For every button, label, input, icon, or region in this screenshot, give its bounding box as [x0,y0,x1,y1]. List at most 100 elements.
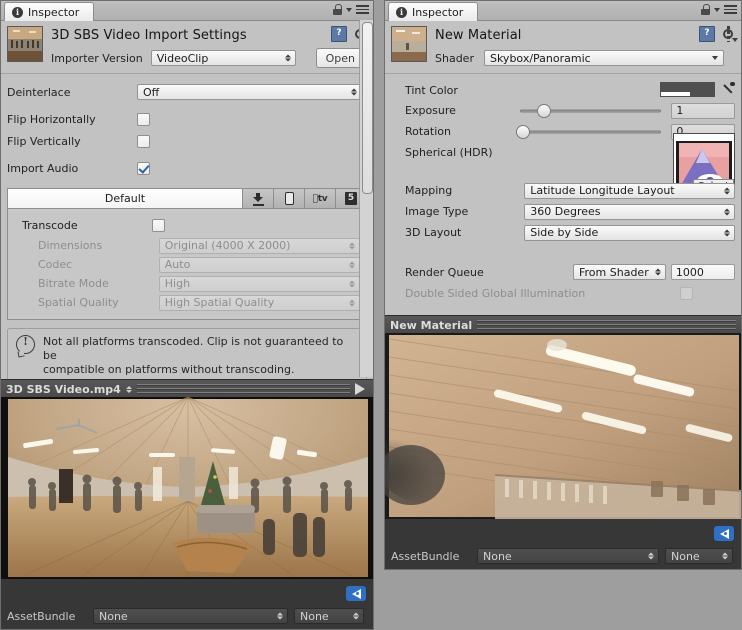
spherical-label: Spherical (HDR) [405,146,555,159]
deinterlace-value: Off [143,86,159,99]
hamburger-menu-icon[interactable] [356,5,369,14]
preview-drag-handle[interactable] [137,384,350,394]
layout-3d-dropdown[interactable]: Side by Side [524,225,735,241]
mapping-label: Mapping [405,184,524,197]
webgl-html5-icon: 5 [345,192,357,205]
assetbundle-name-dropdown[interactable]: None [93,608,288,624]
exposure-value-field[interactable]: 1 [671,103,735,119]
import-audio-checkbox[interactable] [137,162,150,175]
updown-arrow-icon [349,242,355,249]
skybox-render-frame [385,333,741,519]
gear-icon[interactable] [721,27,735,41]
tint-color-swatch[interactable] [660,82,715,97]
row-mapping: Mapping Latitude Longitude Layout [385,180,741,201]
exposure-slider-knob[interactable] [537,104,551,118]
row-dimensions: Dimensions Original (4000 X 2000) [8,236,366,255]
left-properties: Deinterlace Off Flip Horizontally Flip V… [1,74,373,179]
updown-arrow-icon [351,89,357,96]
material-preview[interactable] [385,333,741,519]
spatial-quality-value: High Spatial Quality [165,296,274,309]
platform-tab-tvos[interactable]: tv [304,189,335,208]
left-scrollbar-thumb[interactable] [362,22,373,194]
bitrate-mode-dropdown[interactable]: High [159,276,360,292]
layout-3d-value: Side by Side [530,226,598,239]
double-sided-gi-checkbox[interactable] [680,287,693,300]
standalone-download-icon [253,193,264,205]
left-inspector-panel: i Inspector [0,0,374,630]
updown-arrow-icon[interactable] [126,386,132,393]
chevron-down-icon [712,56,718,60]
assetbundle-variant-dropdown[interactable]: None [665,548,733,564]
tab-label: Inspector [412,6,463,19]
chevron-down-icon[interactable] [714,8,720,12]
assetbundle-label: AssetBundle [391,550,471,563]
left-assetbundle-bar: AssetBundle None None [1,607,373,625]
lock-icon[interactable] [701,4,710,15]
rotation-label: Rotation [405,125,520,138]
eyedropper-icon[interactable] [722,82,735,96]
right-panel-controls [701,4,737,15]
exposure-slider[interactable] [520,104,662,118]
importer-version-dropdown[interactable]: VideoClip [151,50,296,66]
image-type-dropdown[interactable]: 360 Degrees [524,204,735,220]
shader-label: Shader [435,52,474,65]
platform-tab-ios[interactable] [273,189,304,208]
render-queue-value: 1000 [676,266,704,279]
flip-horizontally-checkbox[interactable] [137,113,150,126]
warning-text: Not all platforms transcoded. Clip is no… [43,335,358,377]
right-preview-header[interactable]: New Material [385,315,741,334]
platform-tab-standalone[interactable] [242,189,273,208]
platform-tab-default-label: Default [105,192,145,205]
updown-arrow-icon [724,229,730,236]
left-assetbundle-area: AssetBundle None None [1,579,373,630]
open-button[interactable]: Open [316,48,365,68]
flip-vertically-checkbox[interactable] [137,135,150,148]
render-queue-mode-dropdown[interactable]: From Shader [573,264,666,280]
help-book-icon[interactable]: ? [699,26,715,42]
left-vertical-scrollbar[interactable] [359,20,373,377]
dimensions-dropdown[interactable]: Original (4000 X 2000) [159,238,360,254]
transcode-group: Transcode Dimensions Original (4000 X 20… [7,209,367,320]
layout-3d-label: 3D Layout [405,226,524,239]
assetbundle-name-dropdown[interactable]: None [477,548,659,564]
tab-inspector-left[interactable]: i Inspector [4,2,94,21]
right-assetbundle-bar: AssetBundle None None [385,547,741,565]
left-object-header: 3D SBS Video Import Settings Importer Ve… [1,21,373,74]
material-properties: Tint Color Exposure 1 Rotation [385,74,741,162]
deinterlace-dropdown[interactable]: Off [137,84,362,100]
exposure-label: Exposure [405,104,520,117]
left-preview-header[interactable]: 3D SBS Video.mp4 [1,379,373,398]
video-preview[interactable] [1,397,373,579]
tab-label: Inspector [28,6,79,19]
transcode-checkbox[interactable] [152,219,165,232]
preview-drag-handle[interactable] [477,320,736,330]
row-exposure: Exposure 1 [385,100,741,121]
rotation-slider[interactable] [520,125,662,139]
render-queue-value-field[interactable]: 1000 [671,264,735,280]
play-icon[interactable] [355,383,365,395]
transcode-warning-box: Not all platforms transcoded. Clip is no… [7,328,367,384]
image-type-label: Image Type [405,205,524,218]
preview-title: 3D SBS Video.mp4 [6,383,121,396]
info-icon: i [12,7,23,18]
updown-arrow-icon [277,613,283,620]
flip-vertically-label: Flip Vertically [7,135,137,148]
left-panel-controls [333,4,369,15]
rotation-slider-knob[interactable] [516,125,530,139]
chevron-down-icon[interactable] [346,8,352,12]
hamburger-menu-icon[interactable] [724,5,737,14]
asset-label-tag-icon[interactable] [714,526,734,541]
help-book-icon[interactable]: ? [331,26,347,42]
tab-inspector-right[interactable]: i Inspector [388,2,478,21]
asset-label-tag-icon[interactable] [346,586,366,601]
lock-icon[interactable] [333,4,342,15]
asset-thumbnail [7,26,43,62]
codec-dropdown[interactable]: Auto [159,257,360,273]
mapping-value: Latitude Longitude Layout [530,184,674,197]
row-3d-layout: 3D Layout Side by Side [385,222,741,243]
spatial-quality-dropdown[interactable]: High Spatial Quality [159,295,360,311]
mapping-dropdown[interactable]: Latitude Longitude Layout [524,183,735,199]
assetbundle-variant-dropdown[interactable]: None [294,608,364,624]
platform-tab-default[interactable]: Default [8,189,242,208]
shader-dropdown[interactable]: Skybox/Panoramic [484,50,724,66]
